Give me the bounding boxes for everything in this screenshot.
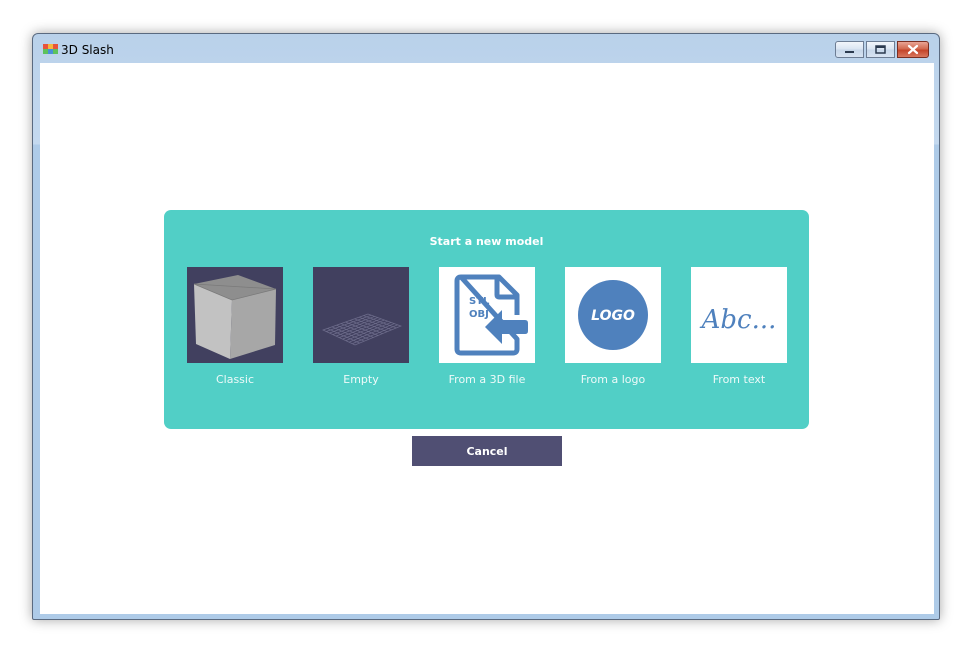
title-bar[interactable]: 3D Slash <box>33 34 939 62</box>
close-button[interactable] <box>897 41 929 58</box>
option-from-3d-file[interactable]: STL OBJ From a 3D file <box>439 267 535 386</box>
new-model-panel: Start a new model Classic Empty STL OBJ … <box>164 210 809 429</box>
option-from-3d-file-label: From a 3D file <box>448 373 526 386</box>
svg-text:Abc...: Abc... <box>700 305 777 335</box>
maximize-icon <box>875 45 886 54</box>
maximize-button[interactable] <box>866 41 895 58</box>
file-import-icon: STL OBJ <box>439 267 535 363</box>
option-from-text[interactable]: Abc... From text <box>691 267 787 386</box>
option-from-logo-label: From a logo <box>580 373 646 386</box>
app-logo-icon <box>43 44 59 54</box>
text-icon: Abc... <box>691 267 787 363</box>
cancel-button[interactable]: Cancel <box>412 436 562 466</box>
window-title: 3D Slash <box>61 43 114 57</box>
option-from-text-label: From text <box>712 373 766 386</box>
logo-icon: LOGO <box>565 267 661 363</box>
option-from-logo[interactable]: LOGO From a logo <box>565 267 661 386</box>
grid-plane-icon <box>313 267 409 363</box>
option-classic-label: Classic <box>215 373 255 386</box>
svg-text:STL: STL <box>469 296 490 307</box>
minimize-button[interactable] <box>835 41 864 58</box>
close-icon <box>907 44 919 55</box>
cube-icon <box>187 267 283 363</box>
app-window: 3D Slash Start a new model Classic Empty… <box>32 33 940 620</box>
window-client-area: Start a new model Classic Empty STL OBJ … <box>40 63 934 614</box>
svg-text:OBJ: OBJ <box>469 309 489 320</box>
option-classic[interactable]: Classic <box>187 267 283 386</box>
panel-title: Start a new model <box>429 235 544 248</box>
minimize-icon <box>845 51 854 53</box>
option-empty[interactable]: Empty <box>313 267 409 386</box>
svg-text:LOGO: LOGO <box>591 308 635 324</box>
option-empty-label: Empty <box>343 373 379 386</box>
